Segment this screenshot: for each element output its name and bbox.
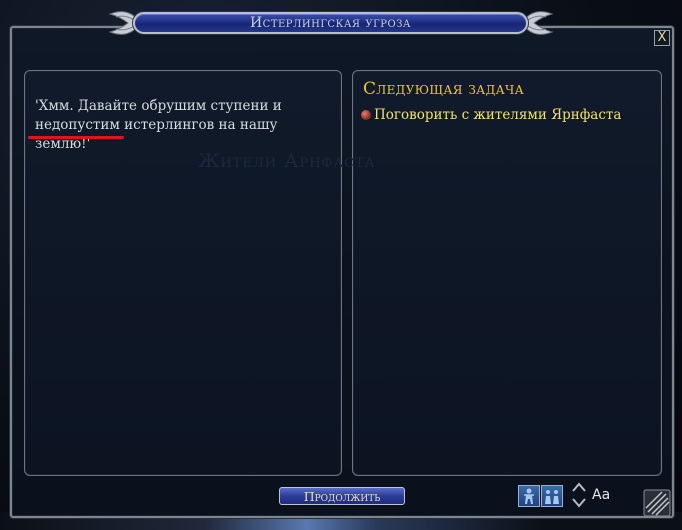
quest-bullet-icon <box>361 110 371 120</box>
single-person-button[interactable] <box>518 485 540 507</box>
dialog-text: 'Хмм. Давайте обрушим ступени и недопуст… <box>35 97 325 154</box>
continue-button[interactable]: Продолжить <box>279 487 405 505</box>
close-icon: X <box>657 30 667 45</box>
resize-grip-icon[interactable] <box>642 488 672 518</box>
close-button[interactable]: X <box>654 30 670 46</box>
dialog-line: 'Хмм. Давайте обрушим ступени и <box>35 98 282 114</box>
objective-label: Поговорить с жителями Ярнфаста <box>374 107 622 123</box>
red-annotation-underline <box>28 136 124 139</box>
group-people-button[interactable] <box>541 485 563 507</box>
dialog-text-panel: 'Хмм. Давайте обрушим ступени и недопуст… <box>24 70 342 476</box>
dialog-line: недопустим истерлингов на нашу <box>35 117 278 133</box>
window-title-bar[interactable]: Истерлингская угроза <box>133 12 528 34</box>
font-size-arrows-icon[interactable] <box>570 481 588 509</box>
font-size-label[interactable]: Aa <box>592 487 610 503</box>
group-people-icon <box>545 490 559 504</box>
window-title: Истерлингская угроза <box>249 15 412 31</box>
objectives-panel: Следующая задача Поговорить с жителями Я… <box>352 70 662 476</box>
single-person-icon <box>524 488 534 504</box>
next-task-heading: Следующая задача <box>363 79 524 99</box>
objective-item[interactable]: Поговорить с жителями Ярнфаста <box>361 107 621 123</box>
faded-watermark-text: Жители Арнфаста <box>198 150 376 172</box>
